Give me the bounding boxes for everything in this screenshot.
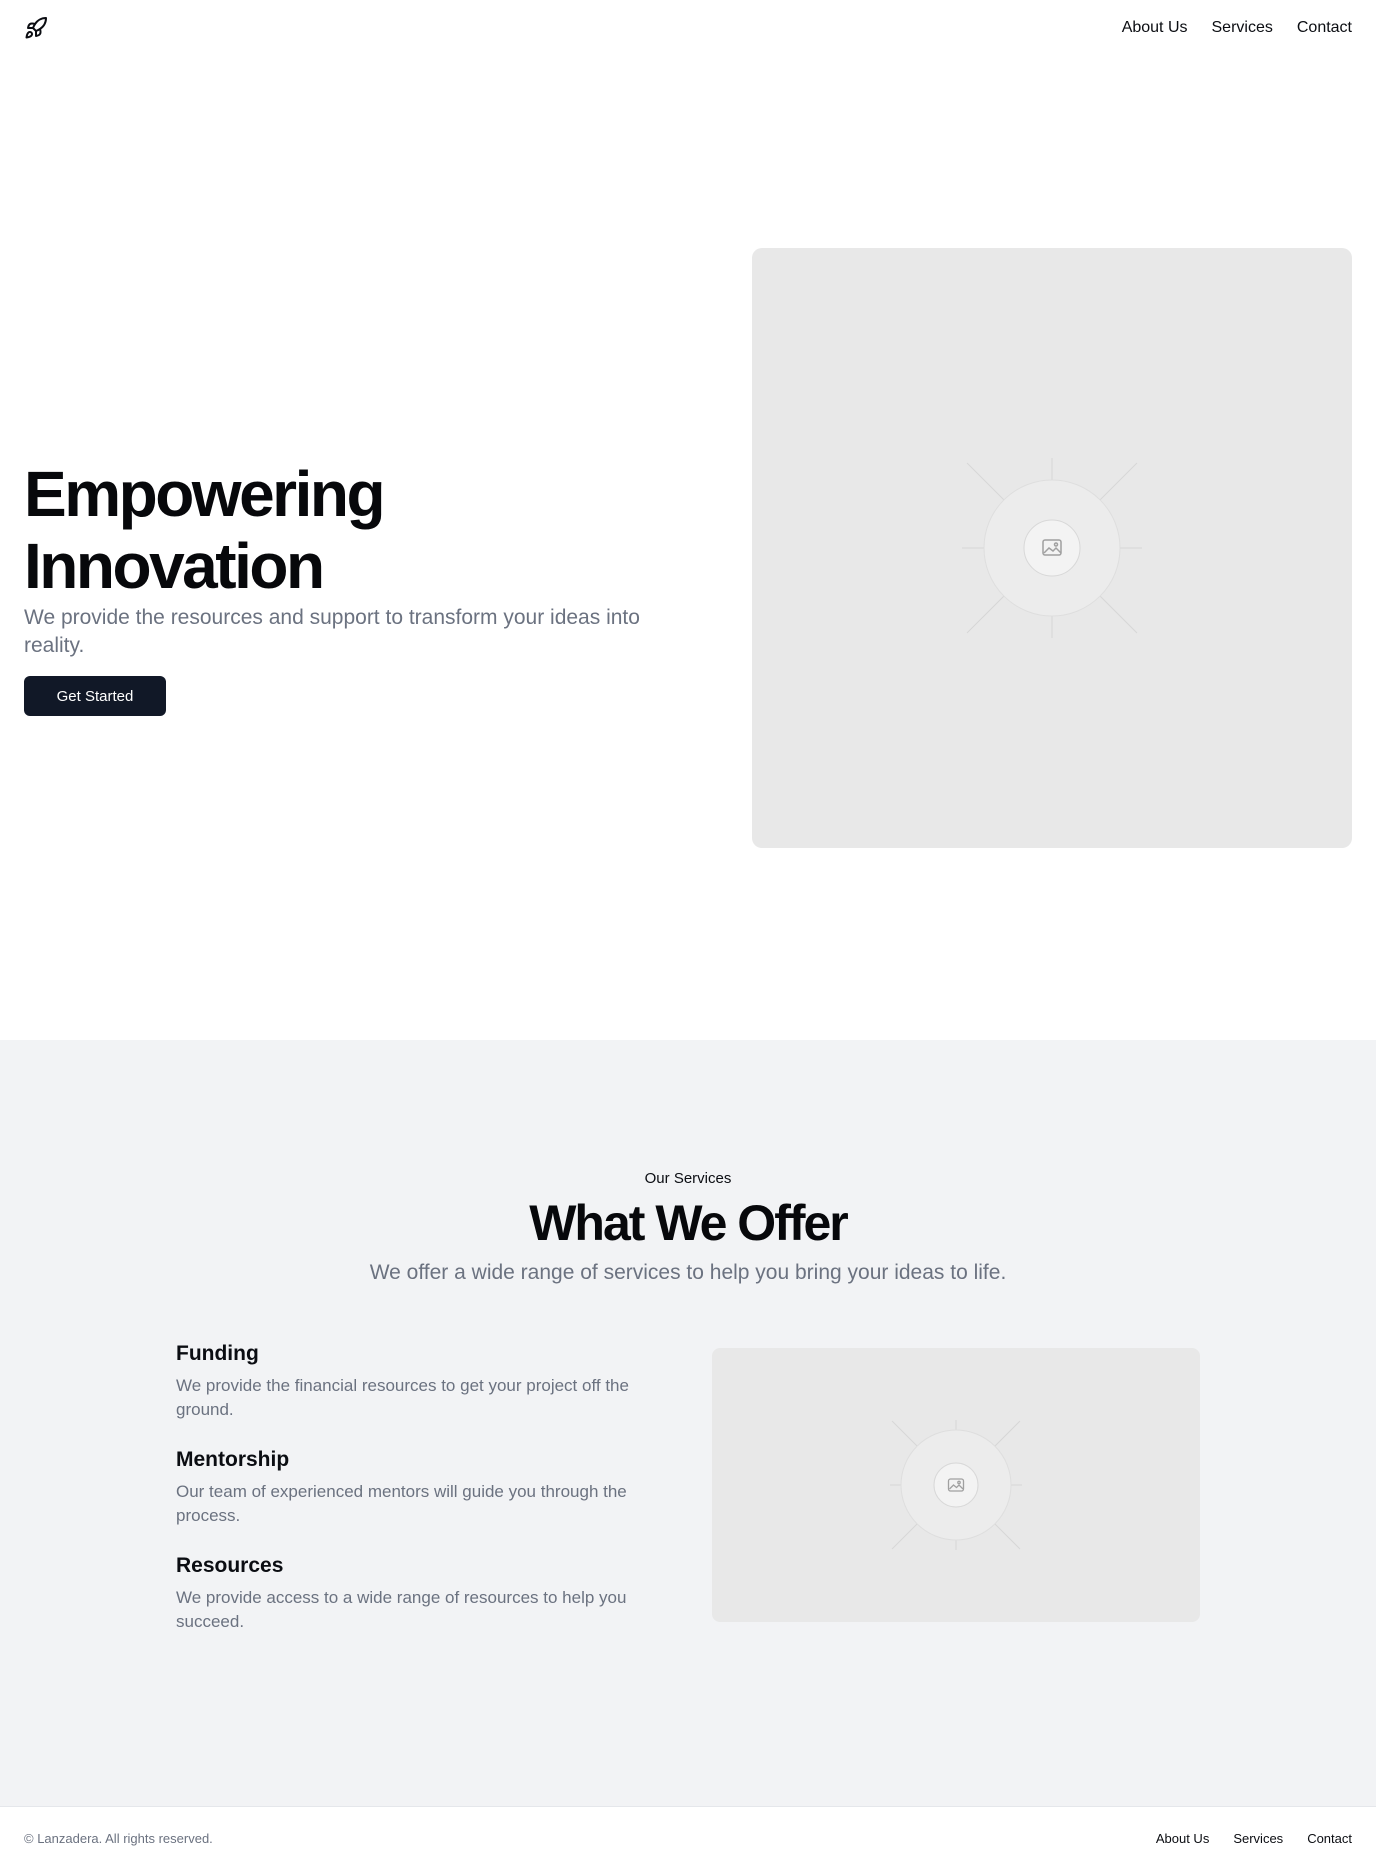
- service-item-mentorship: Mentorship Our team of experienced mento…: [176, 1448, 656, 1528]
- services-image-placeholder: [712, 1348, 1200, 1622]
- service-description: We provide the financial resources to ge…: [176, 1376, 629, 1419]
- service-title: Funding: [176, 1342, 259, 1365]
- services-section: Our Services What We Offer We offer a wi…: [0, 1040, 1376, 1806]
- footer-nav-contact[interactable]: Contact: [1307, 1831, 1352, 1846]
- service-item-funding: Funding We provide the financial resourc…: [176, 1342, 656, 1422]
- service-title: Resources: [176, 1554, 284, 1577]
- hero-section: Empowering Innovation We provide the res…: [0, 56, 1376, 1040]
- footer-nav: About Us Services Contact: [1156, 1831, 1352, 1846]
- hero-image-placeholder: [752, 248, 1352, 848]
- hero-title: Empowering Innovation: [24, 458, 386, 602]
- image-placeholder-icon: [962, 458, 1142, 638]
- service-item-resources: Resources We provide access to a wide ra…: [176, 1554, 656, 1634]
- rocket-icon[interactable]: [24, 16, 48, 40]
- hero-subtitle: We provide the resources and support to …: [24, 606, 640, 657]
- main-nav: About Us Services Contact: [1122, 19, 1352, 37]
- image-placeholder-icon: [890, 1420, 1022, 1550]
- site-footer: © Lanzadera. All rights reserved. About …: [0, 1806, 1376, 1870]
- hero-text: Empowering Innovation We provide the res…: [24, 458, 674, 716]
- nav-contact[interactable]: Contact: [1297, 19, 1352, 37]
- services-title: What We Offer: [529, 1195, 849, 1251]
- footer-nav-about-us[interactable]: About Us: [1156, 1831, 1209, 1846]
- services-list: Funding We provide the financial resourc…: [176, 1342, 656, 1660]
- service-description: We provide access to a wide range of res…: [176, 1588, 627, 1631]
- footer-nav-services[interactable]: Services: [1233, 1831, 1283, 1846]
- service-description: Our team of experienced mentors will gui…: [176, 1482, 627, 1525]
- service-title: Mentorship: [176, 1448, 290, 1471]
- nav-about-us[interactable]: About Us: [1122, 19, 1188, 37]
- get-started-button[interactable]: Get Started: [24, 676, 166, 716]
- nav-services[interactable]: Services: [1212, 19, 1273, 37]
- copyright-text: © Lanzadera. All rights reserved.: [24, 1831, 213, 1846]
- site-header: About Us Services Contact: [0, 0, 1376, 56]
- services-eyebrow: Our Services: [644, 1170, 732, 1187]
- services-header: Our Services What We Offer We offer a wi…: [0, 1170, 1376, 1285]
- services-subtitle: We offer a wide range of services to hel…: [369, 1261, 1007, 1284]
